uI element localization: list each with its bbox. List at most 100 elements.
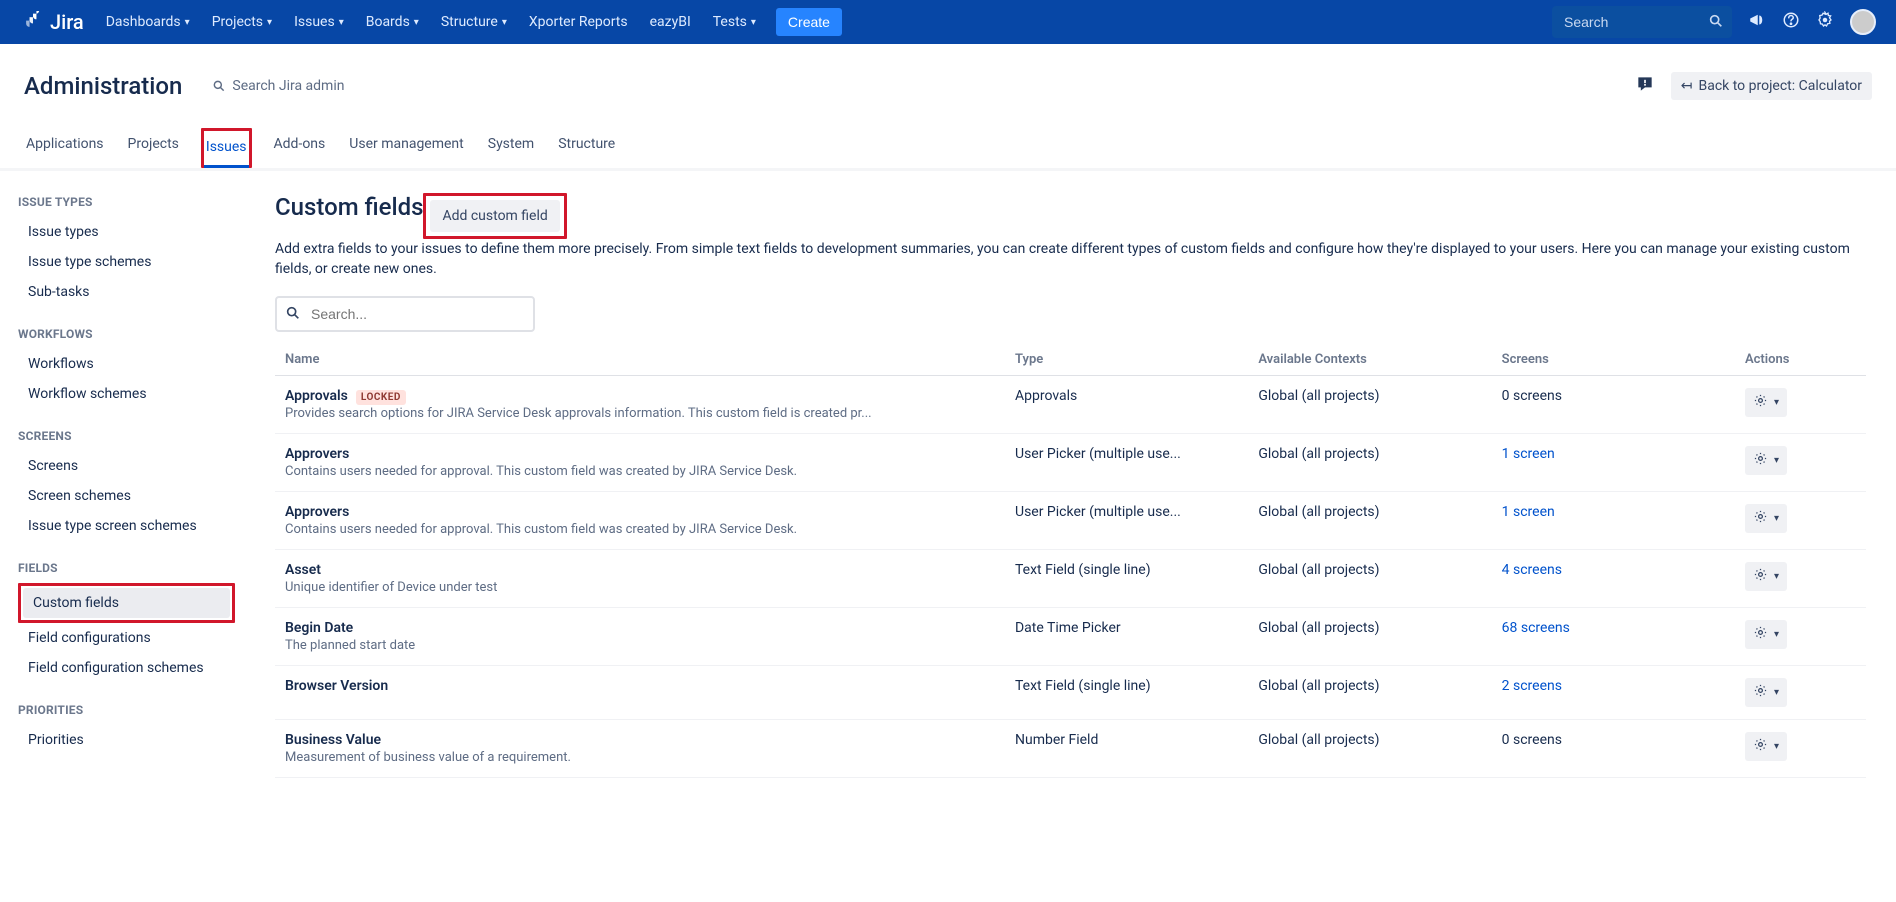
topbar-search-input[interactable] (1552, 6, 1732, 38)
field-screens[interactable]: 1 screen (1492, 491, 1735, 549)
sidebar-item-workflow-schemes[interactable]: Workflow schemes (18, 379, 235, 409)
layout: ISSUE TYPES Issue typesIssue type schemes… (0, 171, 1896, 800)
topbar-icons (1748, 9, 1886, 35)
row-actions-button[interactable]: ▾ (1745, 732, 1787, 761)
field-screens: 0 screens (1492, 375, 1735, 433)
add-custom-field-button[interactable]: Add custom field (430, 200, 559, 232)
field-name: Approvers (285, 504, 349, 520)
field-screens[interactable]: 2 screens (1492, 665, 1735, 719)
sidebar-item-screens[interactable]: Screens (18, 451, 235, 481)
sidebar-section: ISSUE TYPES (18, 195, 235, 209)
row-actions-button[interactable]: ▾ (1745, 562, 1787, 591)
field-screens[interactable]: 68 screens (1492, 607, 1735, 665)
field-name: Begin Date (285, 620, 353, 636)
topbar: Jira Dashboards▾Projects▾Issues▾Boards▾S… (0, 0, 1896, 44)
row-actions-button[interactable]: ▾ (1745, 388, 1787, 417)
col-available-contexts: Available Contexts (1248, 344, 1491, 376)
search-icon (1708, 13, 1724, 33)
col-name: Name (275, 344, 1005, 376)
nav-eazybi[interactable]: eazyBI (640, 0, 701, 44)
sidebar-item-screen-schemes[interactable]: Screen schemes (18, 481, 235, 511)
nav-projects[interactable]: Projects▾ (202, 0, 282, 44)
chevron-down-icon: ▾ (1774, 629, 1779, 640)
table-row: ApprovalsLOCKEDProvides search options f… (275, 375, 1866, 433)
table-row: AssetUnique identifier of Device under t… (275, 549, 1866, 607)
tab-user-management[interactable]: User management (347, 128, 465, 168)
tab-issues[interactable]: Issues (204, 131, 249, 168)
field-sub: Unique identifier of Device under test (285, 580, 995, 595)
field-type: Approvals (1005, 375, 1248, 433)
sidebar-section: SCREENS (18, 429, 235, 443)
field-type: Date Time Picker (1005, 607, 1248, 665)
field-context: Global (all projects) (1248, 549, 1491, 607)
help-icon[interactable] (1782, 11, 1800, 33)
topbar-search (1552, 6, 1732, 38)
nav-boards[interactable]: Boards▾ (356, 0, 429, 44)
field-name: Approvers (285, 446, 349, 462)
row-actions-button[interactable]: ▾ (1745, 446, 1787, 475)
field-context: Global (all projects) (1248, 607, 1491, 665)
nav-issues[interactable]: Issues▾ (284, 0, 354, 44)
sidebar-item-sub-tasks[interactable]: Sub-tasks (18, 277, 235, 307)
chevron-down-icon: ▾ (502, 17, 507, 28)
gear-icon (1753, 451, 1768, 470)
admin-search[interactable]: Search Jira admin (212, 78, 344, 94)
nav-dashboards[interactable]: Dashboards▾ (96, 0, 200, 44)
chevron-down-icon: ▾ (1774, 571, 1779, 582)
sidebar-item-field-configuration-schemes[interactable]: Field configuration schemes (18, 653, 235, 683)
field-type: User Picker (multiple use... (1005, 491, 1248, 549)
tab-projects[interactable]: Projects (126, 128, 181, 168)
chevron-down-icon: ▾ (185, 17, 190, 28)
chevron-down-icon: ▾ (1774, 455, 1779, 466)
field-sub: Provides search options for JIRA Service… (285, 406, 995, 421)
avatar[interactable] (1850, 9, 1876, 35)
chevron-down-icon: ▾ (1774, 741, 1779, 752)
chevron-down-icon: ▾ (414, 17, 419, 28)
gear-icon (1753, 509, 1768, 528)
megaphone-icon[interactable] (1748, 11, 1766, 33)
admin-header: Administration Search Jira admin ↤ Back … (0, 44, 1896, 171)
create-button[interactable]: Create (776, 8, 842, 36)
search-icon (285, 305, 301, 325)
nav-tests[interactable]: Tests▾ (703, 0, 766, 44)
chevron-down-icon: ▾ (751, 17, 756, 28)
chevron-down-icon: ▾ (267, 17, 272, 28)
sidebar-item-priorities[interactable]: Priorities (18, 725, 235, 755)
tab-applications[interactable]: Applications (24, 128, 106, 168)
sidebar-section: PRIORITIES (18, 703, 235, 717)
field-name: Business Value (285, 732, 381, 748)
table-search-input[interactable] (275, 296, 535, 332)
field-name: Browser Version (285, 678, 388, 694)
table-row: Approvers Contains users needed for appro… (275, 491, 1866, 549)
tab-structure[interactable]: Structure (556, 128, 617, 168)
tab-add-ons[interactable]: Add-ons (272, 128, 328, 168)
sidebar-item-issue-type-schemes[interactable]: Issue type schemes (18, 247, 235, 277)
row-actions-button[interactable]: ▾ (1745, 620, 1787, 649)
sidebar: ISSUE TYPES Issue typesIssue type schemes… (0, 171, 245, 800)
sidebar-item-field-configurations[interactable]: Field configurations (18, 623, 235, 653)
sidebar-item-custom-fields[interactable]: Custom fields (23, 588, 230, 618)
sidebar-item-workflows[interactable]: Workflows (18, 349, 235, 379)
sidebar-item-issue-type-screen-schemes[interactable]: Issue type screen schemes (18, 511, 235, 541)
gear-icon[interactable] (1816, 11, 1834, 33)
row-actions-button[interactable]: ▾ (1745, 504, 1787, 533)
nav-xporter-reports[interactable]: Xporter Reports (519, 0, 638, 44)
jira-name: Jira (50, 10, 84, 34)
sidebar-item-issue-types[interactable]: Issue types (18, 217, 235, 247)
back-to-project-button[interactable]: ↤ Back to project: Calculator (1671, 72, 1872, 100)
field-type: Number Field (1005, 719, 1248, 777)
feedback-icon[interactable] (1635, 74, 1655, 98)
table-row: Begin DateThe planned start dateDate Tim… (275, 607, 1866, 665)
admin-search-label: Search Jira admin (232, 78, 344, 94)
page-title: Custom fields (275, 193, 423, 221)
tab-system[interactable]: System (486, 128, 536, 168)
row-actions-button[interactable]: ▾ (1745, 678, 1787, 707)
gear-icon (1753, 683, 1768, 702)
field-screens[interactable]: 4 screens (1492, 549, 1735, 607)
admin-title: Administration (24, 72, 182, 100)
jira-logo[interactable]: Jira (22, 10, 84, 34)
field-screens[interactable]: 1 screen (1492, 433, 1735, 491)
chevron-down-icon: ▾ (1774, 513, 1779, 524)
field-sub: Contains users needed for approval. This… (285, 522, 995, 537)
nav-structure[interactable]: Structure▾ (431, 0, 517, 44)
